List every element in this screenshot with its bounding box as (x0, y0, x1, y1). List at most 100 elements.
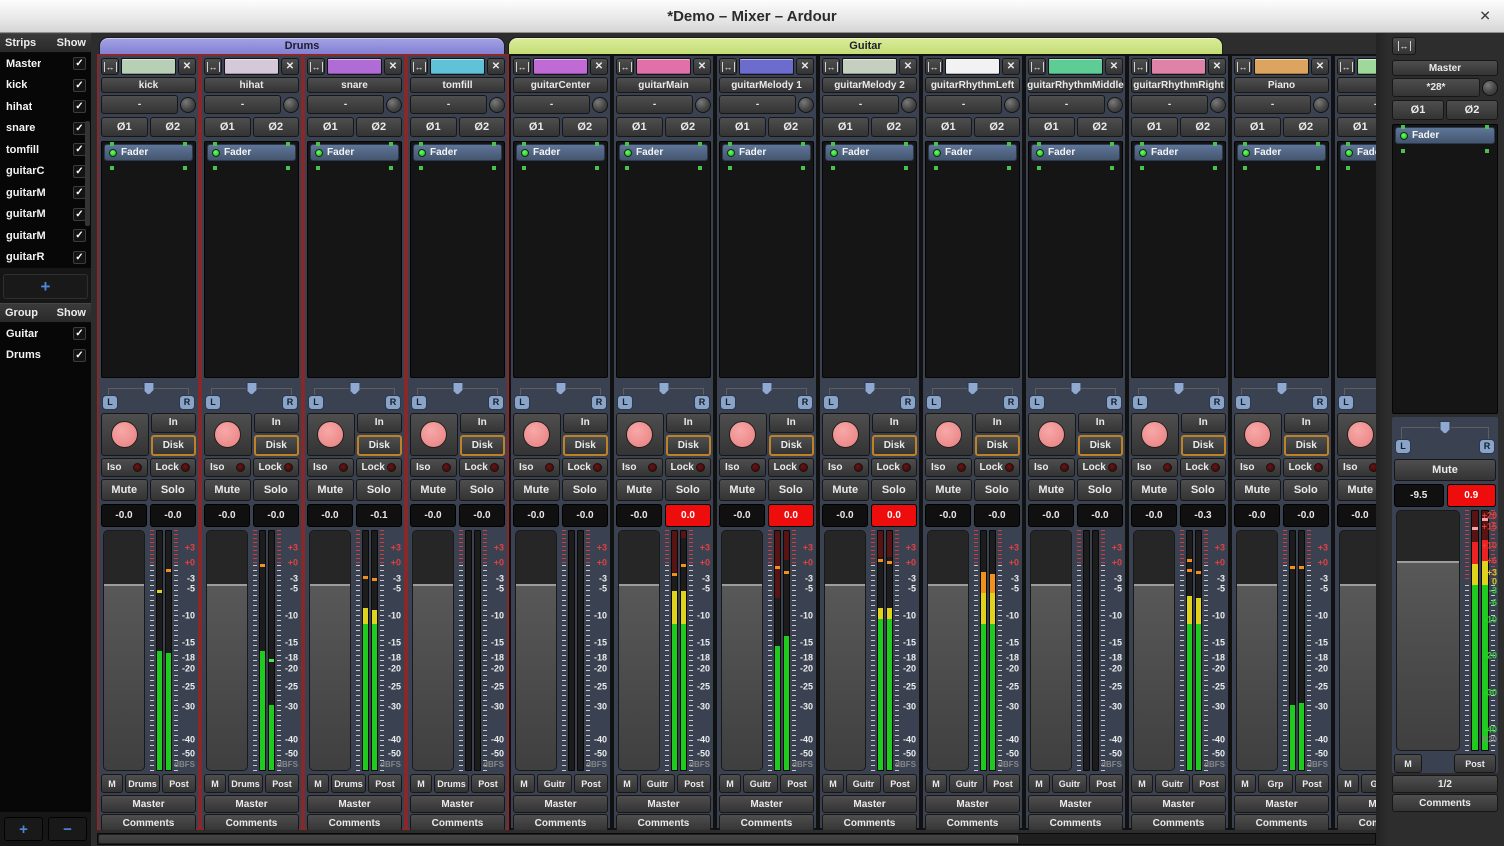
pan-widget[interactable]: L R (1234, 380, 1329, 411)
strip-color-bar[interactable] (533, 58, 588, 75)
mute-button[interactable]: Mute (1028, 479, 1075, 501)
processor-box[interactable]: Fader (925, 141, 1020, 378)
comments-button[interactable]: Comments (307, 814, 402, 830)
pan-widget[interactable]: L R (1028, 380, 1123, 411)
master-send-button[interactable]: M (925, 774, 947, 793)
phase-1-button[interactable]: Ø1 (410, 117, 457, 137)
hide-strip-button[interactable]: ✕ (178, 58, 196, 75)
monitor-input-button[interactable]: In (357, 413, 403, 433)
narrow-strip-button[interactable]: ↔ (204, 58, 222, 75)
peak-display[interactable]: 0.9 (1447, 484, 1497, 507)
pan-widget[interactable]: L R (719, 380, 814, 411)
solo-lock-button[interactable]: Lock (1077, 458, 1124, 477)
processor-box[interactable]: Fader (513, 141, 608, 378)
strip-color-bar[interactable] (1254, 58, 1309, 75)
show-checkbox[interactable]: ✓ (73, 327, 86, 340)
gain-display[interactable]: -0.0 (719, 504, 765, 527)
fader-processor[interactable]: Fader (825, 144, 914, 161)
pan-right-button[interactable]: R (1312, 395, 1328, 410)
mute-button[interactable]: Mute (1394, 459, 1496, 481)
phase-1-button[interactable]: Ø1 (822, 117, 869, 137)
trim-knob[interactable] (592, 97, 608, 113)
record-arm-button[interactable] (410, 413, 458, 456)
gain-fader[interactable] (618, 530, 660, 771)
solo-isolate-button[interactable]: Iso (719, 458, 766, 477)
input-button[interactable]: - (1337, 95, 1376, 114)
phase-1-button[interactable]: Ø1 (307, 117, 354, 137)
processor-box[interactable]: Fader (410, 141, 505, 378)
horizontal-scrollbar[interactable] (97, 833, 1376, 845)
processor-active-led[interactable] (1242, 149, 1250, 157)
input-button[interactable]: - (410, 95, 487, 114)
group-button[interactable]: Drums (434, 774, 469, 793)
phase-2-button[interactable]: Ø2 (974, 117, 1021, 137)
gain-display[interactable]: -0.0 (204, 504, 250, 527)
phase-1-button[interactable]: Ø1 (1028, 117, 1075, 137)
comments-button[interactable]: Comments (719, 814, 814, 830)
solo-isolate-button[interactable]: Iso (204, 458, 251, 477)
gain-fader[interactable] (927, 530, 969, 771)
peak-display[interactable]: 0.0 (665, 504, 711, 527)
processor-box[interactable]: Fader (1234, 141, 1329, 378)
output-channels-button[interactable]: 1/2 (1392, 775, 1498, 793)
group-button[interactable]: Guitr (846, 774, 881, 793)
show-checkbox[interactable]: ✓ (73, 349, 86, 362)
group-button[interactable]: Drums (125, 774, 160, 793)
peak-display[interactable]: -0.3 (1180, 504, 1226, 527)
phase-2-button[interactable]: Ø2 (665, 117, 712, 137)
trim-knob[interactable] (1313, 97, 1329, 113)
mute-button[interactable]: Mute (513, 479, 560, 501)
group-button[interactable]: Guitr (537, 774, 572, 793)
group-button[interactable]: Guitr (1052, 774, 1087, 793)
strip-name-button[interactable]: guitarCenter (513, 77, 608, 93)
input-button[interactable]: - (616, 95, 693, 114)
remove-group-button[interactable]: − (48, 817, 87, 841)
solo-button[interactable]: Solo (459, 479, 506, 501)
comments-button[interactable]: Comments (1392, 794, 1498, 812)
metering-point-button[interactable]: Post (265, 774, 299, 793)
group-list-item[interactable]: Drums✓ (0, 345, 91, 367)
output-button[interactable]: Master (1337, 795, 1376, 813)
monitor-input-button[interactable]: In (460, 413, 506, 433)
show-checkbox[interactable]: ✓ (73, 57, 86, 70)
monitor-input-button[interactable]: In (872, 413, 918, 433)
monitor-input-button[interactable]: In (563, 413, 609, 433)
comments-button[interactable]: Comments (204, 814, 299, 830)
master-routing-button[interactable]: *28* (1392, 78, 1480, 97)
gain-display[interactable]: -9.5 (1394, 484, 1444, 507)
gain-display[interactable]: -0.0 (925, 504, 971, 527)
master-name-button[interactable]: Master (1392, 60, 1498, 76)
hide-strip-button[interactable]: ✕ (281, 58, 299, 75)
monitor-disk-button[interactable]: Disk (975, 435, 1021, 457)
gain-display[interactable]: -0.0 (410, 504, 456, 527)
phase-1-button[interactable]: Ø1 (719, 117, 766, 137)
phase-2-button[interactable]: Ø2 (150, 117, 197, 137)
solo-button[interactable]: Solo (253, 479, 300, 501)
hide-strip-button[interactable]: ✕ (796, 58, 814, 75)
metering-point-button[interactable]: Post (471, 774, 505, 793)
processor-box[interactable]: Fader (1028, 141, 1123, 378)
phase-2-button[interactable]: Ø2 (1077, 117, 1124, 137)
solo-isolate-button[interactable]: Iso (410, 458, 457, 477)
gain-display[interactable]: -0.0 (822, 504, 868, 527)
comments-button[interactable]: Comments (822, 814, 917, 830)
gain-fader[interactable] (206, 530, 248, 771)
strip-color-bar[interactable] (739, 58, 794, 75)
master-send-button[interactable]: M (1131, 774, 1153, 793)
gain-display[interactable]: -0.0 (307, 504, 353, 527)
record-arm-button[interactable] (616, 413, 664, 456)
phase-2-button[interactable]: Ø2 (253, 117, 300, 137)
fader-processor[interactable]: Fader (619, 144, 708, 161)
gain-display[interactable]: -0.0 (1028, 504, 1074, 527)
mute-button[interactable]: Mute (410, 479, 457, 501)
solo-isolate-button[interactable]: Iso (616, 458, 663, 477)
narrow-strip-button[interactable]: ↔ (1131, 58, 1149, 75)
group-button[interactable]: Grp (1361, 774, 1376, 793)
comments-button[interactable]: Comments (1131, 814, 1226, 830)
group-button[interactable]: Guitr (640, 774, 675, 793)
monitor-input-button[interactable]: In (769, 413, 815, 433)
metering-point-button[interactable]: Post (1089, 774, 1123, 793)
pan-right-button[interactable]: R (797, 395, 813, 410)
fader-processor[interactable]: Fader (104, 144, 193, 161)
strip-list-item[interactable]: hihat✓ (0, 96, 91, 118)
